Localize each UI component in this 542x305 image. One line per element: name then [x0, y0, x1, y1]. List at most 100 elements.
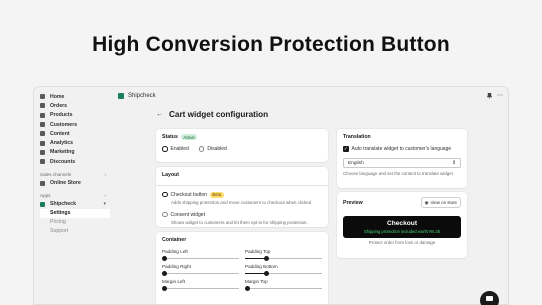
container-card: Container Padding Left Padding Top Padding… — [156, 232, 328, 304]
language-select[interactable]: English ⇕ — [343, 158, 461, 168]
slider-label: Padding Right — [162, 264, 191, 269]
slider-label: Margin Left — [162, 279, 185, 284]
pin-icon[interactable] — [486, 92, 492, 99]
page-title: Cart widget configuration — [169, 110, 269, 119]
preview-card: Preview ◉ View on store Checkout Shippin… — [337, 192, 467, 258]
preview-title: Preview — [343, 199, 363, 206]
sidebar-item-label: Home — [50, 93, 65, 100]
slider-label: Padding Top — [245, 249, 271, 254]
auto-translate-checkbox[interactable]: ✓ — [343, 146, 349, 152]
slider-track[interactable] — [162, 256, 239, 261]
sidebar-item-discounts[interactable]: Discounts — [34, 157, 114, 166]
sidebar-subitem-support[interactable]: Support — [34, 227, 114, 236]
slider-padding-right[interactable]: Padding Right — [162, 264, 239, 276]
layout-title: Layout — [162, 172, 180, 178]
sidebar-item-analytics[interactable]: Analytics — [34, 138, 114, 147]
sidebar-subitem-settings[interactable]: Settings — [40, 208, 110, 218]
consent-widget-desc: Shows widget to customers and let them o… — [171, 219, 308, 225]
sidebar-item-products[interactable]: Products — [34, 111, 114, 120]
checkout-button-radio[interactable] — [162, 191, 168, 198]
sidebar-subitem-pricing[interactable]: Pricing — [34, 218, 114, 227]
slider-handle[interactable] — [264, 271, 270, 276]
auto-translate-label: Auto translate widget to customer's lang… — [351, 146, 452, 152]
sidebar-item-label: Orders — [50, 102, 68, 109]
slider-margin-left[interactable]: Margin Left — [162, 279, 239, 291]
translation-card: Translation ✓ Auto translate widget to c… — [337, 129, 467, 188]
main-content: ← Cart widget configuration Status Activ… — [114, 104, 508, 304]
products-icon — [40, 112, 45, 118]
sidebar-item-label: Customers — [50, 121, 78, 128]
chevron-right-icon[interactable]: › — [104, 193, 106, 198]
checkout-label: Checkout — [386, 220, 418, 228]
slider-track[interactable] — [162, 286, 239, 291]
divider — [156, 185, 328, 186]
slider-fill — [245, 258, 265, 259]
disabled-label: Disabled — [207, 146, 227, 152]
slider-track[interactable] — [162, 271, 239, 276]
app-icon — [40, 201, 45, 207]
slider-handle[interactable] — [162, 271, 167, 276]
checkout-button-label: Checkout button — [170, 191, 207, 198]
chat-icon — [486, 296, 493, 301]
analytics-icon — [40, 140, 45, 146]
chat-button[interactable] — [480, 291, 499, 305]
pin-icon[interactable]: ▾ — [103, 201, 106, 207]
consent-widget-label: Consent widget — [170, 211, 205, 218]
protection-included-text: Shipping protection included worth Rs.25 — [363, 228, 441, 234]
sidebar-item-shipcheck[interactable]: Shipcheck ▾ — [34, 200, 114, 209]
marketing-icon — [40, 149, 45, 155]
status-title: Status — [162, 134, 178, 140]
page-header: ← Cart widget configuration — [156, 110, 268, 119]
slider-handle[interactable] — [162, 256, 167, 261]
more-icon[interactable]: ⋯ — [497, 93, 503, 99]
top-bar: Shipcheck ⋯ — [114, 87, 508, 104]
slider-label: Padding Bottom — [245, 264, 278, 269]
sidebar-item-orders[interactable]: Orders — [34, 101, 114, 110]
chevron-right-icon[interactable]: › — [104, 172, 106, 177]
slider-handle[interactable] — [264, 256, 270, 261]
slider-padding-bottom[interactable]: Padding Bottom — [245, 264, 322, 276]
app-name: Shipcheck — [128, 92, 156, 99]
discounts-icon — [40, 159, 45, 165]
enabled-radio[interactable] — [162, 146, 168, 152]
slider-label: Margin Top — [245, 279, 268, 284]
store-icon — [40, 180, 45, 186]
eye-icon: ◉ — [424, 199, 429, 205]
slider-margin-top[interactable]: Margin Top — [245, 279, 322, 291]
apps-label: Apps › — [40, 193, 106, 199]
home-icon — [40, 94, 45, 100]
sales-channels-label: Sales channels › — [40, 171, 106, 177]
slider-track[interactable] — [245, 271, 322, 276]
slider-padding-top[interactable]: Padding Top — [245, 249, 322, 261]
sidebar-item-home[interactable]: Home — [34, 92, 114, 101]
app-logo-icon — [118, 92, 124, 99]
slider-track[interactable] — [245, 256, 322, 261]
slider-fill — [245, 273, 265, 274]
orders-icon — [40, 103, 45, 109]
checkout-button-desc: Adds shipping protection and move custom… — [171, 199, 312, 205]
disabled-radio[interactable] — [198, 146, 205, 152]
headline: High Conversion Protection Button — [92, 33, 450, 56]
sidebar-item-online-store[interactable]: Online Store — [34, 178, 114, 187]
sidebar-item-marketing[interactable]: Marketing — [34, 148, 114, 157]
app-window: Shipcheck ⋯ Home Orders Products Customers C… — [33, 86, 509, 305]
status-card: Status Active Enabled Disabled — [156, 129, 328, 162]
sidebar-item-label: Marketing — [50, 149, 75, 156]
sidebar-item-customers[interactable]: Customers — [34, 120, 114, 129]
back-arrow-icon[interactable]: ← — [156, 111, 163, 118]
sidebar: Home Orders Products Customers Content Analyt… — [34, 87, 114, 304]
view-on-store-button[interactable]: ◉ View on store — [420, 197, 461, 208]
slider-padding-left[interactable]: Padding Left — [162, 249, 239, 261]
status-badge: Active — [180, 134, 198, 140]
sidebar-item-content[interactable]: Content — [34, 129, 114, 138]
sidebar-item-label: Discounts — [50, 158, 76, 165]
consent-widget-radio[interactable] — [162, 211, 168, 218]
slider-handle[interactable] — [162, 286, 167, 291]
slider-track[interactable] — [245, 286, 322, 291]
sidebar-item-label: Products — [50, 112, 73, 119]
slider-handle[interactable] — [245, 286, 250, 291]
checkout-preview-button[interactable]: Checkout Shipping protection included wo… — [343, 216, 461, 238]
slider-label: Padding Left — [162, 249, 188, 254]
enabled-label: Enabled — [170, 146, 189, 152]
protect-order-text: Protect order from loss or damage — [368, 240, 436, 245]
